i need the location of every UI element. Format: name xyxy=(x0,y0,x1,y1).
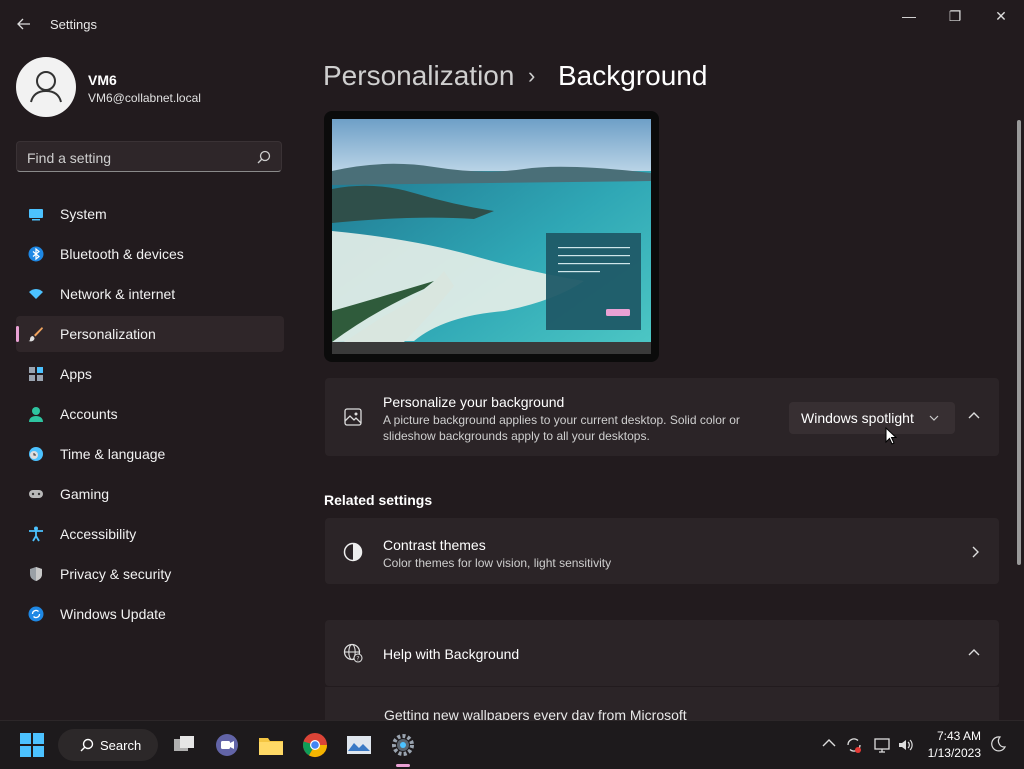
sync-icon[interactable] xyxy=(845,736,863,754)
sidebar-item-accounts[interactable]: Accounts xyxy=(16,396,284,432)
apps-icon xyxy=(29,367,43,381)
sidebar-item-label: Network & internet xyxy=(60,286,176,302)
help-globe-icon: ? xyxy=(343,643,363,663)
taskbar: Search 7:43 AM 1/13/2023 xyxy=(0,720,1024,769)
sidebar-item-apps[interactable]: Apps xyxy=(16,356,284,392)
sidebar-item-label: Personalization xyxy=(60,326,156,342)
sidebar-item-label: Bluetooth & devices xyxy=(60,246,184,262)
chrome-icon[interactable] xyxy=(301,731,329,759)
system-icon xyxy=(29,209,43,221)
bluetooth-icon xyxy=(28,246,44,262)
wifi-icon xyxy=(29,289,43,299)
help-link[interactable]: Getting new wallpapers every day from Mi… xyxy=(384,707,687,720)
chevron-up-icon[interactable] xyxy=(968,648,980,658)
focus-moon-icon[interactable] xyxy=(990,736,1006,752)
mouse-cursor-icon xyxy=(885,427,897,445)
sidebar-item-accessibility[interactable]: Accessibility xyxy=(16,516,284,552)
windows-start-icon[interactable] xyxy=(18,731,46,759)
chevron-right-icon xyxy=(972,546,979,558)
sidebar-item-system[interactable]: System xyxy=(16,196,284,232)
card-title: Help with Background xyxy=(383,646,520,662)
minimize-button[interactable]: — xyxy=(886,0,932,32)
card-description-line1: A picture background applies to your cur… xyxy=(383,413,740,427)
search-placeholder: Find a setting xyxy=(27,150,112,166)
avatar[interactable] xyxy=(16,57,76,117)
search-input[interactable]: Find a setting xyxy=(16,141,282,172)
chevron-down-icon xyxy=(929,415,939,421)
sidebar-item-label: Time & language xyxy=(60,446,166,462)
sidebar-item-windows-update[interactable]: Windows Update xyxy=(16,596,284,632)
gamepad-icon xyxy=(29,490,43,498)
background-type-dropdown[interactable]: Windows spotlight xyxy=(789,402,955,434)
search-icon xyxy=(257,150,271,164)
contrast-icon xyxy=(343,542,363,562)
svg-text:?: ? xyxy=(356,656,359,663)
card-title: Personalize your background xyxy=(383,394,565,410)
photos-app-icon[interactable] xyxy=(345,731,373,759)
taskbar-search-label: Search xyxy=(100,738,142,753)
sidebar-item-privacy[interactable]: Privacy & security xyxy=(16,556,284,592)
dropdown-value: Windows spotlight xyxy=(801,410,914,426)
breadcrumb-parent[interactable]: Personalization xyxy=(323,60,514,92)
sidebar-item-label: Windows Update xyxy=(60,606,166,622)
globe-clock-icon xyxy=(29,447,43,461)
search-icon xyxy=(80,738,94,752)
update-icon xyxy=(28,606,44,622)
sidebar-item-label: Privacy & security xyxy=(60,566,172,582)
title-bar: Settings — ❐ ✕ xyxy=(0,0,1024,48)
clock-time[interactable]: 7:43 AM xyxy=(927,729,981,743)
user-name: VM6 xyxy=(88,72,117,88)
sidebar-item-label: Apps xyxy=(60,366,92,382)
contrast-themes-card[interactable]: Contrast themes Color themes for low vis… xyxy=(325,518,999,584)
volume-icon[interactable] xyxy=(897,736,915,754)
teams-chat-icon[interactable] xyxy=(213,731,241,759)
shield-icon xyxy=(30,567,42,581)
close-button[interactable]: ✕ xyxy=(978,0,1024,32)
page-title: Background xyxy=(558,60,708,91)
active-indicator xyxy=(16,326,19,342)
user-email: VM6@collabnet.local xyxy=(88,91,201,105)
sidebar-item-personalization[interactable]: Personalization xyxy=(16,316,284,352)
task-view-icon[interactable] xyxy=(170,731,198,759)
help-expanded-panel: Getting new wallpapers every day from Mi… xyxy=(325,687,999,720)
sidebar-item-label: Accessibility xyxy=(60,526,137,542)
back-arrow-icon[interactable] xyxy=(10,12,38,36)
sidebar-item-label: Accounts xyxy=(60,406,118,422)
maximize-button[interactable]: ❐ xyxy=(932,0,978,32)
help-card[interactable]: ? Help with Background xyxy=(325,620,999,686)
card-description: Color themes for low vision, light sensi… xyxy=(383,556,612,570)
background-preview xyxy=(324,111,659,362)
active-app-indicator xyxy=(396,764,410,767)
picture-icon xyxy=(344,408,362,426)
network-monitor-icon[interactable] xyxy=(873,736,891,754)
sidebar-item-time-language[interactable]: Time & language xyxy=(16,436,284,472)
sidebar-item-network[interactable]: Network & internet xyxy=(16,276,284,312)
sidebar-item-bluetooth[interactable]: Bluetooth & devices xyxy=(16,236,284,272)
scrollbar[interactable] xyxy=(1017,120,1021,565)
personalize-background-card[interactable]: Personalize your background A picture ba… xyxy=(325,378,999,456)
sidebar-item-label: Gaming xyxy=(60,486,110,502)
breadcrumb-separator: › xyxy=(528,63,536,88)
card-title: Contrast themes xyxy=(383,537,486,553)
chevron-up-icon[interactable] xyxy=(822,738,836,748)
brush-icon xyxy=(28,327,43,342)
settings-gear-icon[interactable] xyxy=(389,731,417,759)
clock-date[interactable]: 1/13/2023 xyxy=(920,746,981,760)
accessibility-icon xyxy=(29,526,43,542)
file-explorer-icon[interactable] xyxy=(257,731,285,759)
taskbar-search-button[interactable]: Search xyxy=(58,729,158,761)
sidebar-item-gaming[interactable]: Gaming xyxy=(16,476,284,512)
chevron-up-icon[interactable] xyxy=(968,411,980,421)
accounts-icon xyxy=(29,407,43,422)
related-settings-heading: Related settings xyxy=(324,492,433,508)
card-description-line2: slideshow backgrounds apply to all your … xyxy=(383,429,650,443)
window-title: Settings xyxy=(50,17,97,32)
sidebar-item-label: System xyxy=(60,206,107,222)
